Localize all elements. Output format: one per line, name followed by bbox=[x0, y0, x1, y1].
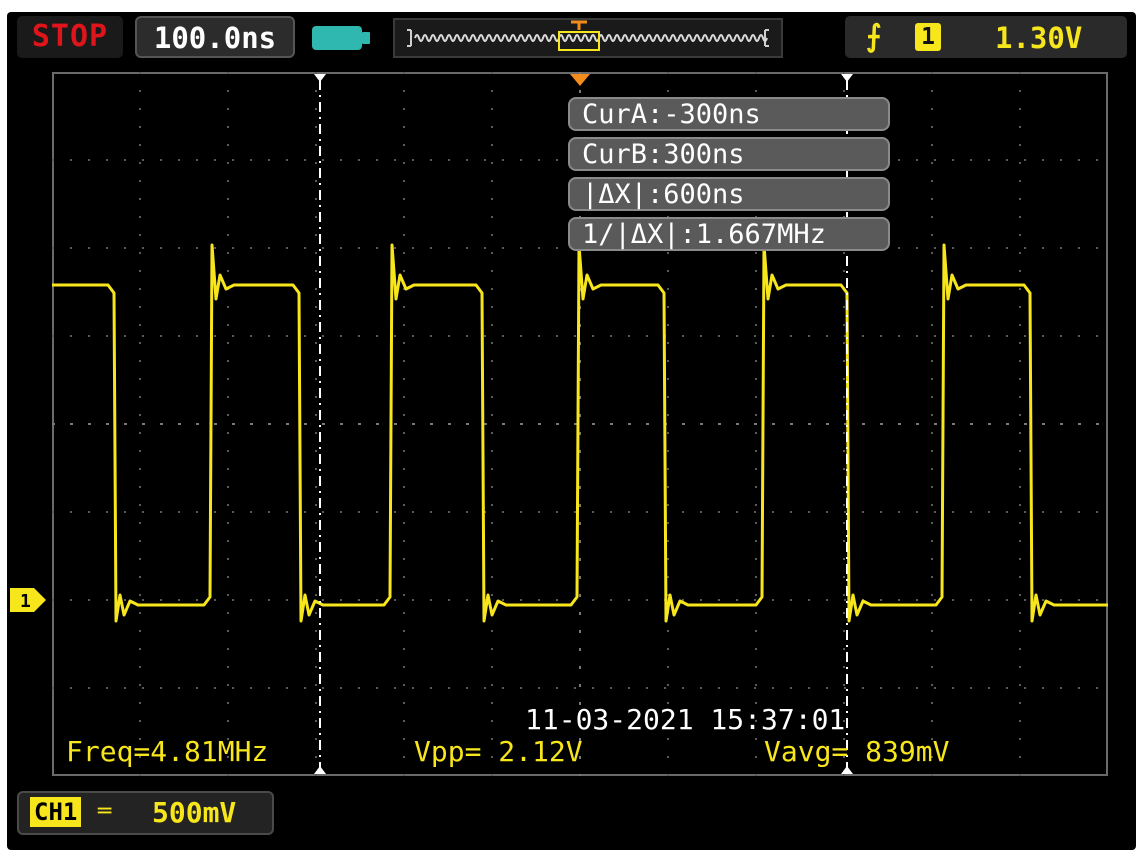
cursor-top-marker bbox=[841, 74, 853, 82]
channel-label: CH1 bbox=[30, 797, 82, 827]
cursor-a-readout: CurA:-300ns bbox=[568, 97, 890, 131]
ch1-marker-label: 1 bbox=[20, 591, 31, 612]
cursor-frequency-readout: 1/|ΔX|:1.667MHz bbox=[568, 217, 890, 251]
memory-depth-bar bbox=[393, 18, 783, 58]
cursor-bottom-marker bbox=[314, 766, 326, 774]
cursor-delta-x-readout: |ΔX|:600ns bbox=[568, 177, 890, 211]
memory-waveform-preview bbox=[407, 20, 769, 51]
battery-tip-icon bbox=[362, 32, 370, 44]
trigger-panel[interactable] bbox=[845, 16, 1127, 58]
vavg-measurement: Vavg= 839mV bbox=[764, 735, 950, 768]
timestamp: 11-03-2021 15:37:01 bbox=[525, 703, 846, 736]
trigger-source-badge: 1 bbox=[915, 23, 941, 51]
timebase-readout[interactable]: 100.0ns bbox=[135, 16, 295, 58]
cursor-b-readout: CurB:300ns bbox=[568, 137, 890, 171]
trigger-edge-icon: ⨍ bbox=[866, 19, 882, 54]
dc-coupling-icon: ═ bbox=[98, 799, 112, 824]
document-header-fragment bbox=[0, 0, 1143, 12]
channel-scale: 500mV bbox=[152, 796, 237, 829]
ch1-ground-marker[interactable]: 1 bbox=[10, 588, 46, 612]
vpp-measurement: Vpp= 2.12V bbox=[414, 735, 583, 768]
frequency-measurement: Freq=4.81MHz bbox=[66, 735, 269, 768]
run-stop-status[interactable]: STOP bbox=[17, 16, 123, 58]
trigger-level-readout: 1.30V bbox=[995, 21, 1083, 55]
battery-icon bbox=[312, 26, 362, 50]
cursor-top-marker bbox=[314, 74, 326, 82]
trigger-position-marker bbox=[570, 74, 590, 86]
